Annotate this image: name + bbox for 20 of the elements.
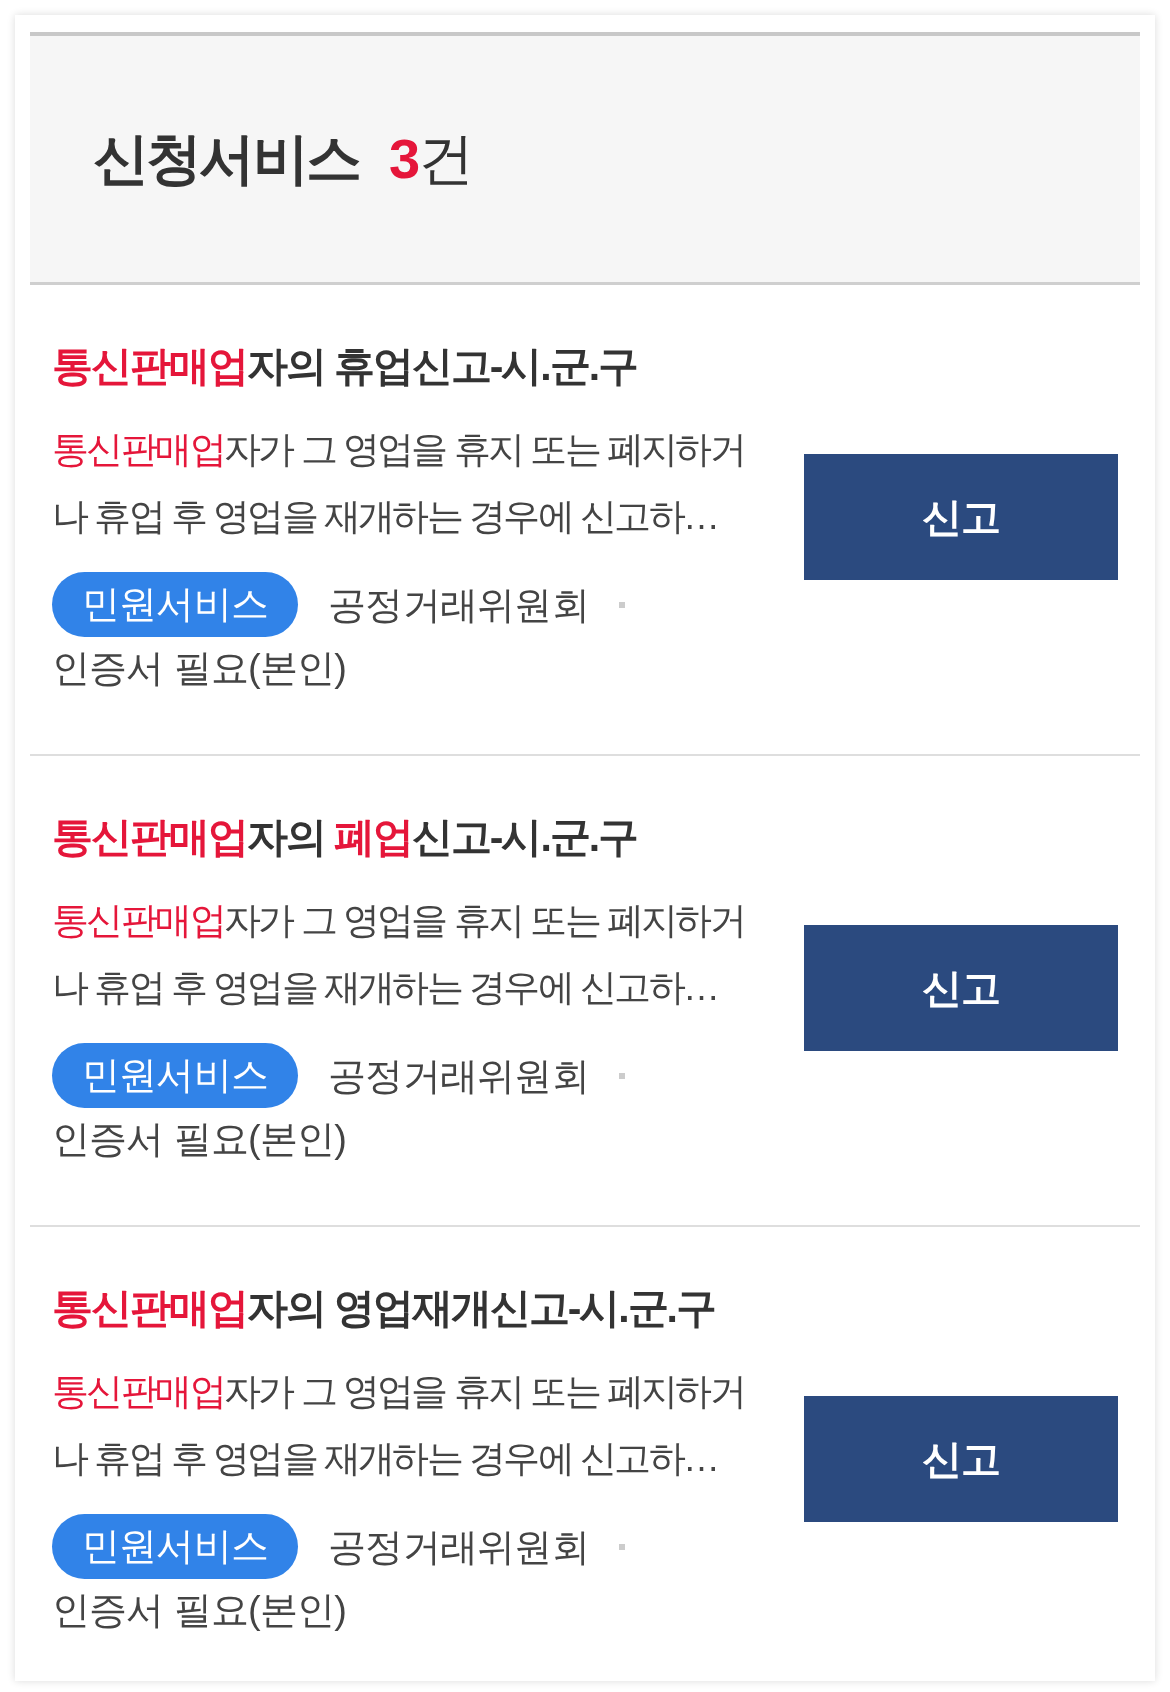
section-title: 신청서비스 bbox=[93, 126, 359, 192]
service-type-badge: 민원서비스 bbox=[52, 1514, 299, 1579]
service-title: 통신판매업자의 휴업신고-시.군.구 bbox=[52, 342, 637, 391]
agency-name: 공정거래위원회 bbox=[328, 1524, 589, 1570]
service-type-badge: 민원서비스 bbox=[52, 572, 299, 637]
report-button[interactable]: 신고 bbox=[804, 1396, 1118, 1522]
service-description: 통신판매업자가 그 영업을 휴지 또는 폐지하거나 휴업 후 영업을 재개하는 경우에 신고하… bbox=[52, 899, 746, 1010]
report-button[interactable]: 신고 bbox=[804, 925, 1118, 1051]
agency-name: 공정거래위원회 bbox=[328, 582, 589, 628]
report-button[interactable]: 신고 bbox=[804, 454, 1118, 580]
service-type-badge: 민원서비스 bbox=[52, 1043, 299, 1108]
service-description: 통신판매업자가 그 영업을 휴지 또는 폐지하거나 휴업 후 영업을 재개하는 경우에 신고하… bbox=[52, 428, 746, 539]
result-count: 3건 bbox=[389, 126, 473, 192]
requirement-text: 인증서 필요(본인) bbox=[52, 1117, 347, 1162]
agency-name: 공정거래위원회 bbox=[328, 1053, 589, 1099]
requirement-text: 인증서 필요(본인) bbox=[52, 646, 347, 691]
service-description: 통신판매업자가 그 영업을 휴지 또는 폐지하거나 휴업 후 영업을 재개하는 경우에 신고하… bbox=[52, 1370, 746, 1481]
requirement-text: 인증서 필요(본인) bbox=[52, 1588, 347, 1633]
service-title: 통신판매업자의 영업재개신고-시.군.구 bbox=[52, 1284, 715, 1333]
service-title: 통신판매업자의 폐업신고-시.군.구 bbox=[52, 813, 637, 862]
